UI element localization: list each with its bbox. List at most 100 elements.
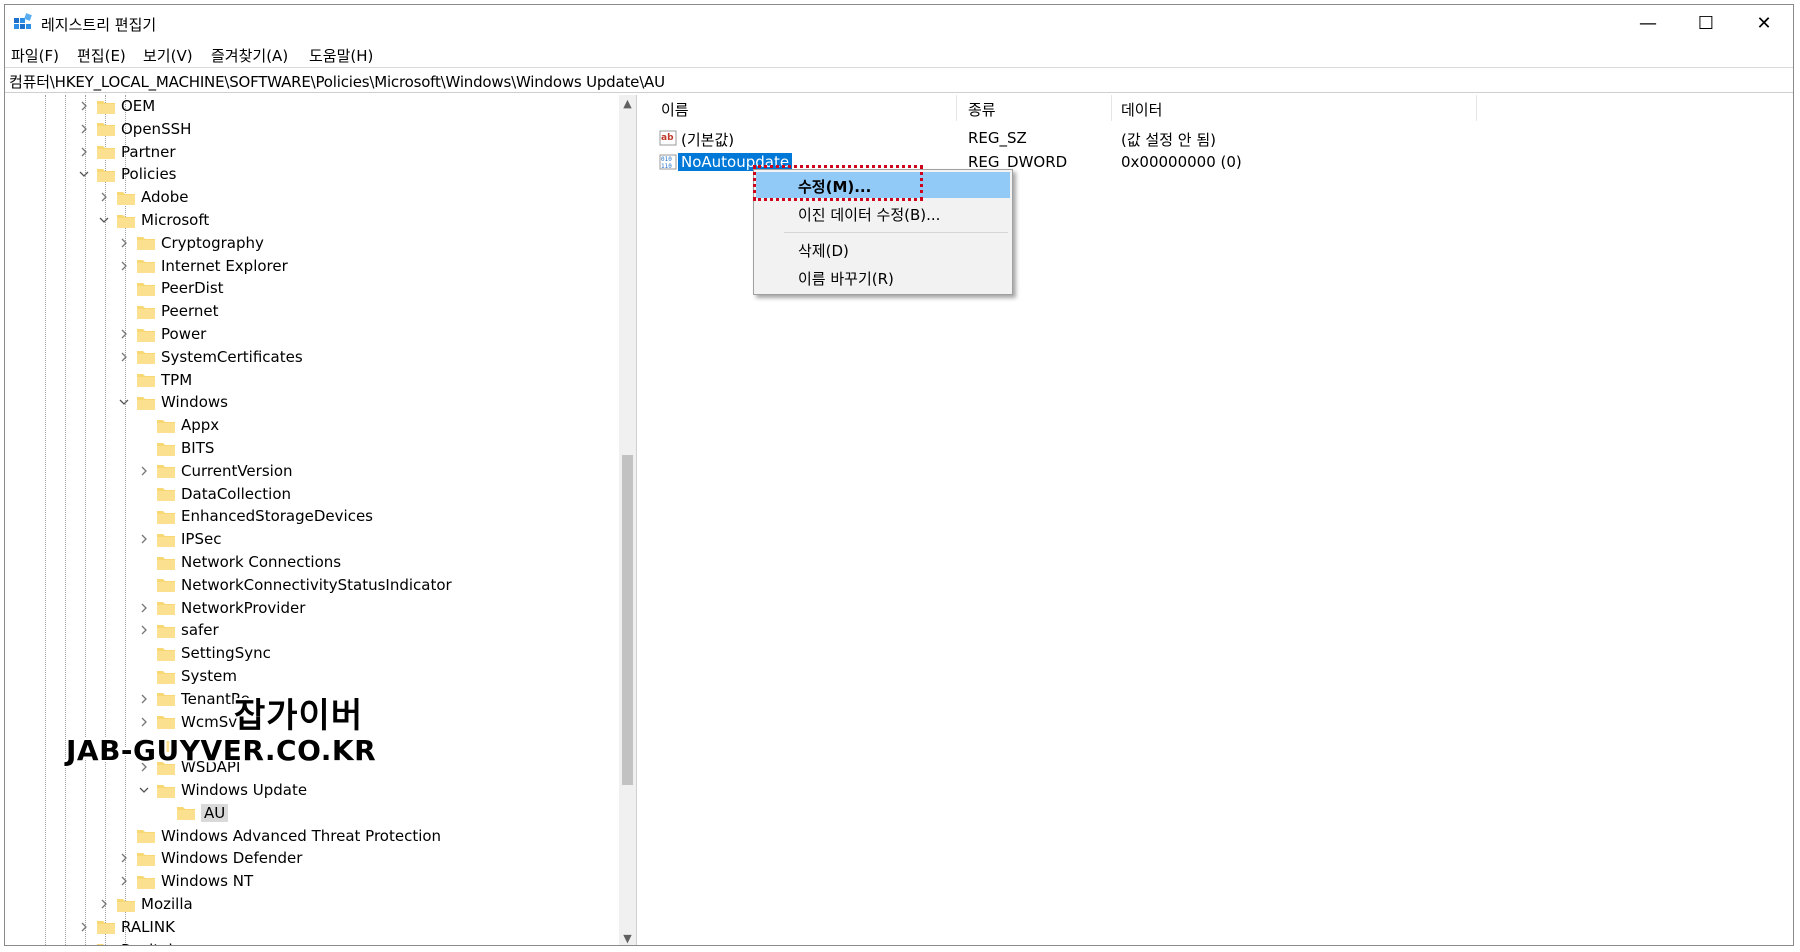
folder-icon — [157, 579, 175, 593]
chevron-right-icon[interactable] — [137, 715, 151, 729]
tree-node[interactable]: EnhancedStorageDevices — [137, 505, 373, 527]
chevron-right-icon[interactable] — [137, 623, 151, 637]
address-path: 컴퓨터\HKEY_LOCAL_MACHINE\SOFTWARE\Policies… — [9, 73, 665, 91]
minimize-button[interactable]: — — [1619, 5, 1677, 41]
chevron-right-icon[interactable] — [117, 259, 131, 273]
tree-node[interactable]: Power — [117, 323, 206, 345]
tree-node[interactable]: Peernet — [117, 300, 219, 322]
tree-guide-line — [45, 95, 46, 945]
tree-node[interactable]: SettingSync — [137, 642, 271, 664]
window-title: 레지스트리 편집기 — [41, 16, 157, 34]
chevron-right-icon[interactable] — [77, 99, 91, 113]
tree-node[interactable]: safer — [137, 619, 219, 641]
menu-edit[interactable]: 편집(E) — [77, 45, 126, 66]
chevron-right-icon[interactable] — [97, 897, 111, 911]
chevron-right-icon[interactable] — [117, 327, 131, 341]
tree-scrollbar[interactable]: ▲ ▼ — [619, 95, 636, 945]
tree-node[interactable]: Adobe — [97, 186, 188, 208]
tree-node[interactable]: Windows NT — [117, 870, 253, 892]
tree-node[interactable]: IPSec — [137, 528, 221, 550]
chevron-right-icon[interactable] — [77, 145, 91, 159]
tree-node[interactable]: Windows Update — [137, 779, 307, 801]
tree-node[interactable]: BITS — [137, 437, 214, 459]
chevron-right-icon[interactable] — [77, 920, 91, 934]
context-modify-binary[interactable]: 이진 데이터 수정(B)... — [756, 200, 1010, 226]
chevron-right-icon[interactable] — [97, 190, 111, 204]
tree-node[interactable]: WcmSvc — [137, 711, 245, 733]
tree-node-label: CurrentVersion — [181, 461, 293, 480]
chevron-right-icon[interactable] — [137, 532, 151, 546]
close-icon: ✕ — [1756, 12, 1772, 34]
dword-value-icon: 010 110 — [659, 154, 677, 170]
chevron-right-icon[interactable] — [77, 943, 91, 945]
tree-node[interactable]: SystemCertificates — [117, 346, 303, 368]
tree-node[interactable]: Appx — [137, 414, 219, 436]
tree-node[interactable]: RALINK — [77, 916, 175, 938]
tree-node[interactable]: Windows — [117, 391, 228, 413]
tree-node[interactable]: DataCollection — [137, 483, 291, 505]
context-rename[interactable]: 이름 바꾸기(R) — [756, 264, 1010, 290]
tree-node[interactable]: TenantRe — [137, 688, 250, 710]
chevron-right-icon[interactable] — [117, 874, 131, 888]
tree-node[interactable]: PeerDist — [117, 277, 224, 299]
tree-node-label: Microsoft — [141, 211, 210, 229]
tree-node[interactable]: Realtek — [77, 939, 177, 945]
tree-node[interactable]: Internet Explorer — [117, 255, 288, 277]
chevron-right-icon[interactable] — [117, 350, 131, 364]
context-delete[interactable]: 삭제(D) — [756, 236, 1010, 262]
tree-node[interactable]: Mozilla — [97, 893, 193, 915]
tree-node[interactable]: Microsoft — [97, 209, 209, 231]
chevron-right-icon[interactable] — [117, 851, 131, 865]
folder-icon — [97, 168, 115, 182]
tree-node[interactable]: Network Connections — [137, 551, 341, 573]
chevron-down-icon[interactable] — [137, 783, 151, 797]
scroll-up-icon[interactable]: ▲ — [619, 95, 636, 112]
tree-node[interactable]: Partner — [77, 141, 176, 163]
svg-text:ab: ab — [661, 133, 674, 143]
chevron-right-icon[interactable] — [137, 601, 151, 615]
scroll-down-icon[interactable]: ▼ — [619, 930, 636, 945]
tree-node[interactable]: Policies — [77, 163, 176, 185]
tree-node[interactable]: AU — [157, 802, 229, 824]
tree-node[interactable]: OpenSSH — [77, 118, 191, 140]
tree-node[interactable]: TPM — [117, 369, 192, 391]
menu-favorites[interactable]: 즐겨찾기(A) — [211, 45, 288, 66]
column-divider[interactable] — [1476, 95, 1477, 121]
tree-node[interactable]: NetworkConnectivityStatusIndicator — [137, 574, 452, 596]
column-type[interactable]: 종류 — [968, 99, 996, 120]
chevron-right-icon[interactable] — [77, 122, 91, 136]
column-divider[interactable] — [956, 95, 957, 121]
column-divider[interactable] — [1111, 95, 1112, 121]
tree-node-label: safer — [181, 621, 219, 640]
maximize-button[interactable]: ☐ — [1677, 5, 1735, 41]
chevron-right-icon[interactable] — [137, 464, 151, 478]
chevron-down-icon[interactable] — [97, 213, 111, 227]
folder-icon — [157, 784, 175, 798]
chevron-down-icon[interactable] — [117, 395, 131, 409]
chevron-right-icon[interactable] — [117, 236, 131, 250]
svg-text:010: 010 — [661, 156, 672, 163]
column-name[interactable]: 이름 — [661, 99, 689, 120]
tree-node-label: OpenSSH — [121, 119, 192, 138]
value-row[interactable]: ab (기본값) REG_SZ (값 설정 안 됨) — [651, 127, 1791, 149]
chevron-right-icon[interactable] — [137, 692, 151, 706]
chevron-down-icon[interactable] — [77, 167, 91, 181]
menu-help[interactable]: 도움말(H) — [309, 45, 373, 66]
tree-node[interactable]: Windows Defender — [117, 847, 302, 869]
tree-node[interactable]: Windows Advanced Threat Protection — [117, 825, 441, 847]
tree-node[interactable]: OEM — [77, 95, 155, 117]
tree-node[interactable]: System — [137, 665, 237, 687]
address-bar[interactable]: 컴퓨터\HKEY_LOCAL_MACHINE\SOFTWARE\Policies… — [5, 68, 1793, 93]
tree-node[interactable]: CurrentVersion — [137, 460, 293, 482]
tree-node[interactable]: Cryptography — [117, 232, 264, 254]
scroll-thumb[interactable] — [622, 455, 633, 785]
folder-icon — [157, 488, 175, 502]
context-rename-label: 이름 바꾸기(R) — [798, 270, 894, 288]
tree-node[interactable]: NetworkProvider — [137, 597, 305, 619]
column-data[interactable]: 데이터 — [1121, 99, 1162, 120]
menu-view[interactable]: 보기(V) — [143, 45, 193, 66]
folder-icon — [157, 716, 175, 730]
close-button[interactable]: ✕ — [1735, 5, 1793, 41]
menu-file[interactable]: 파일(F) — [11, 45, 59, 66]
tree-node-label: Peernet — [161, 302, 219, 321]
